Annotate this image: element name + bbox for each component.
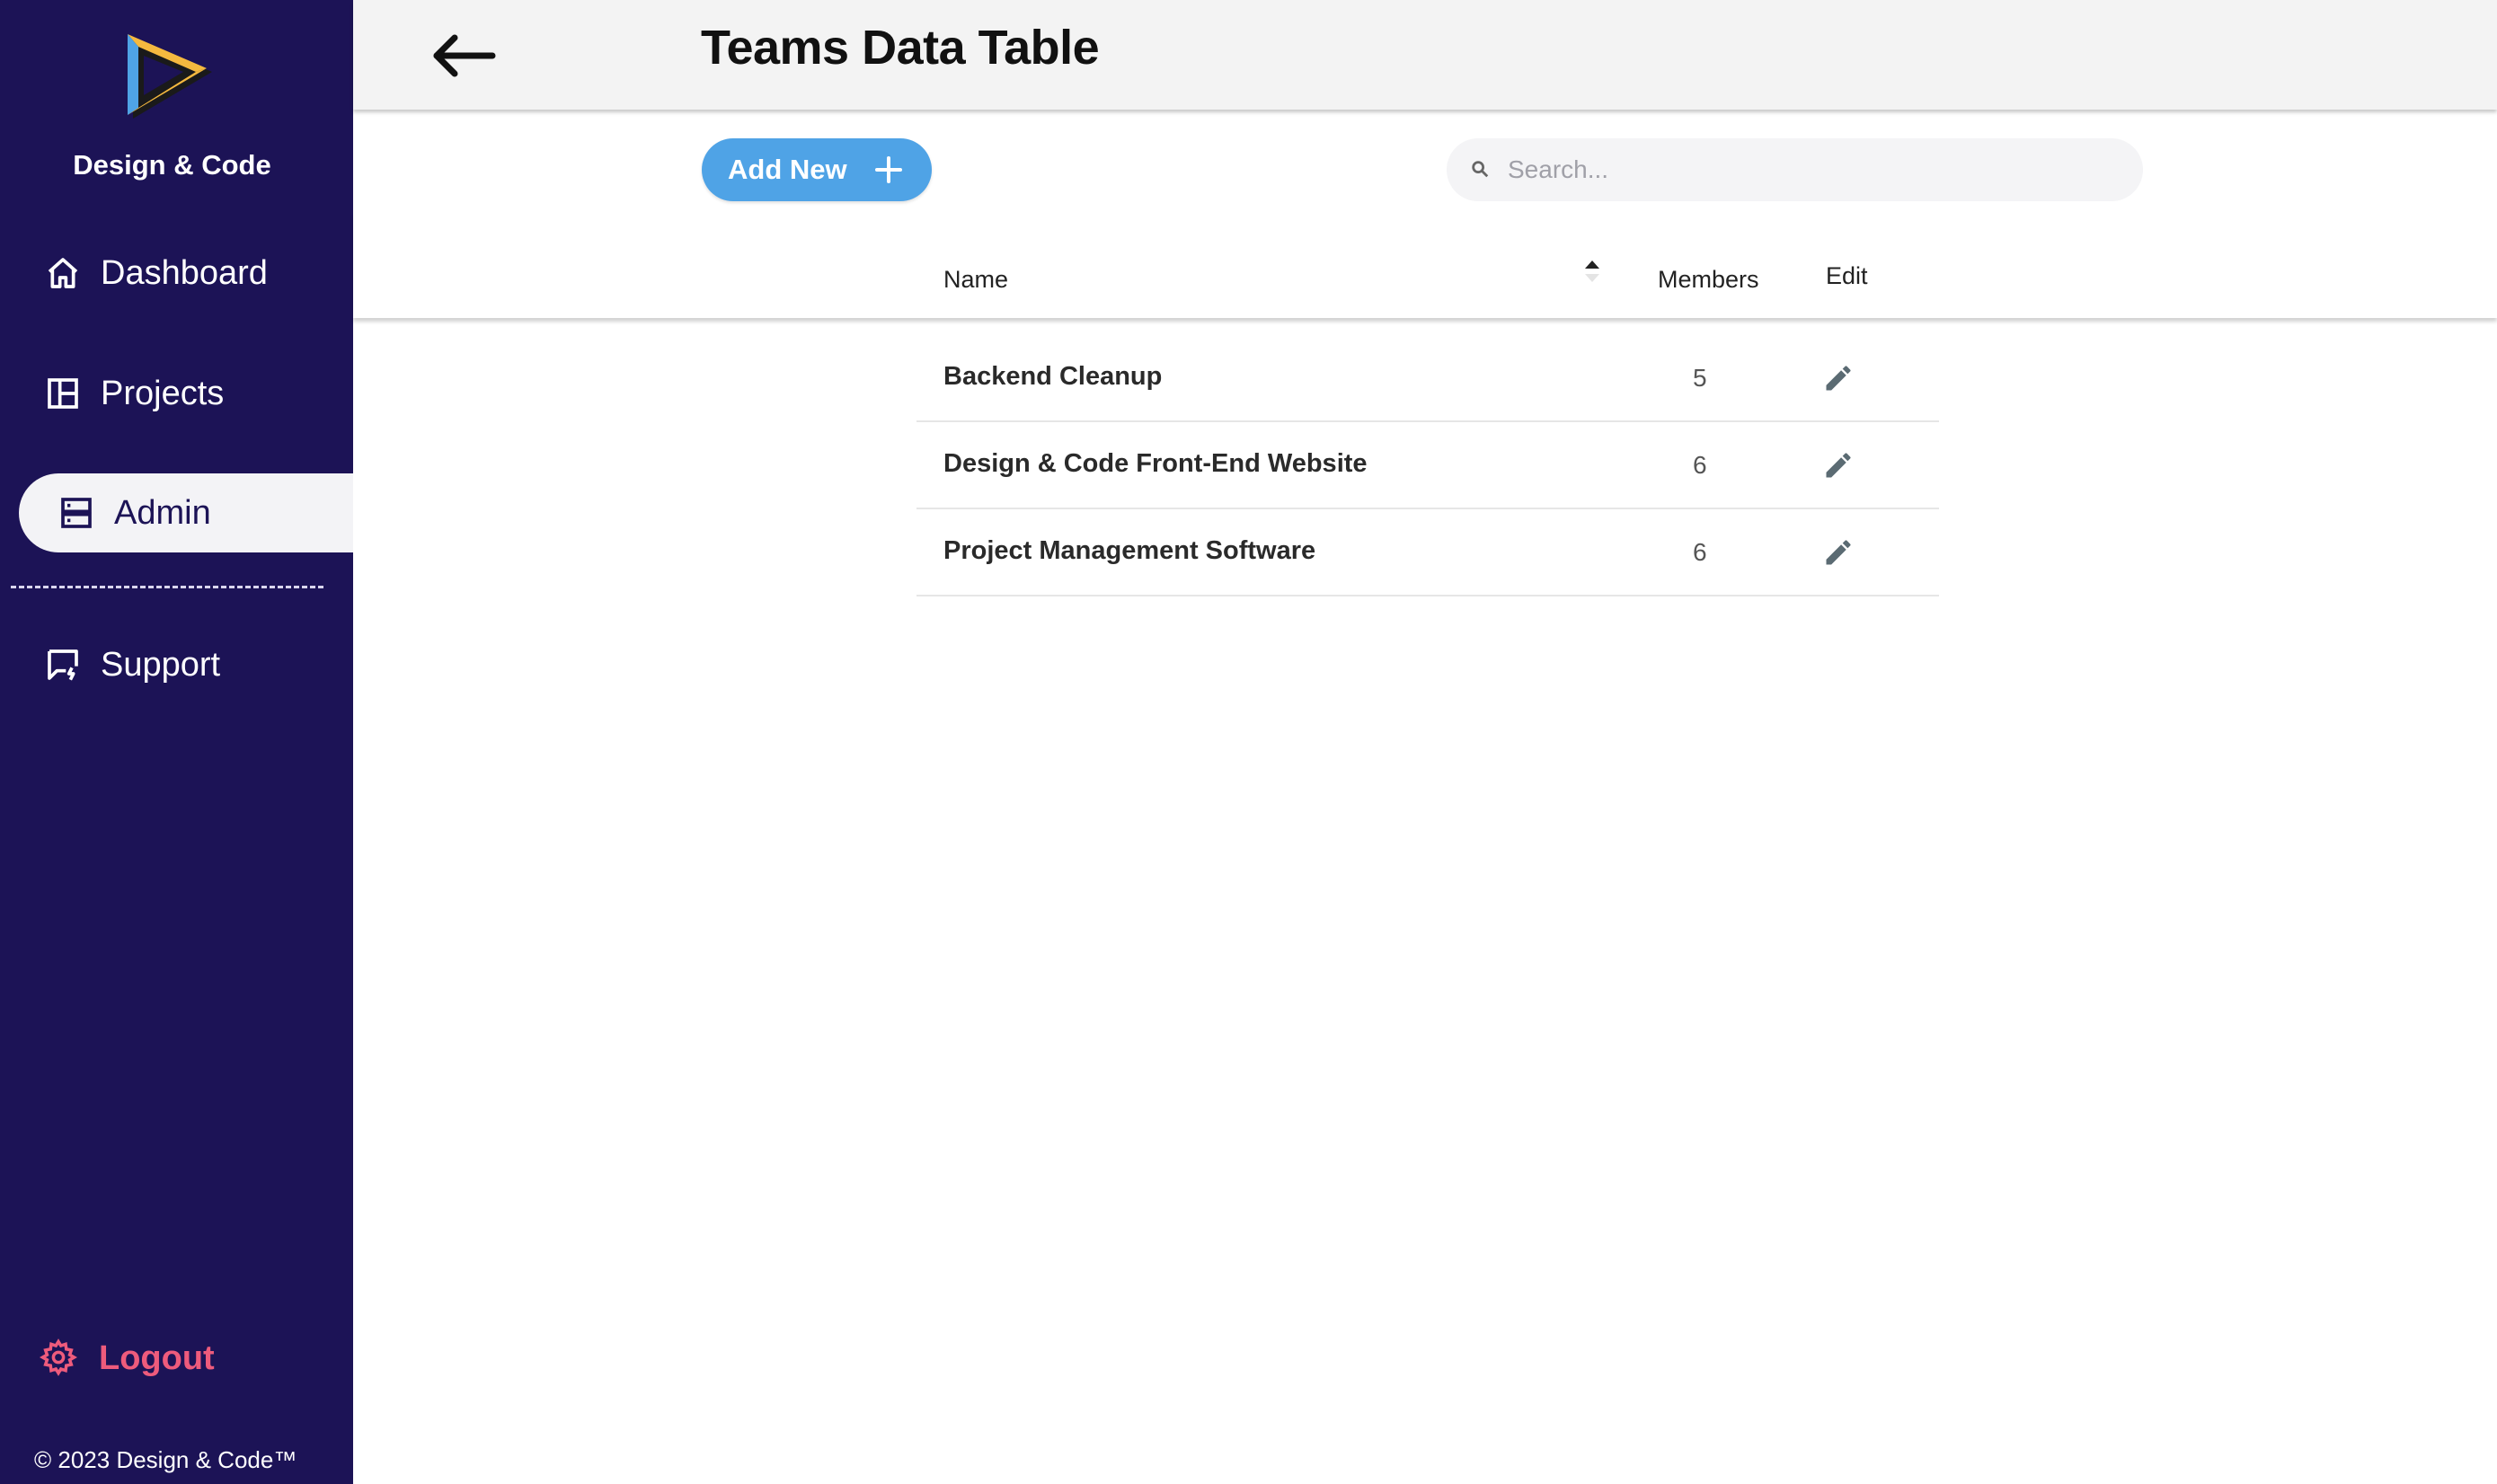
sidebar: Design & Code Dashboard Projects Admin S…	[0, 0, 353, 1484]
column-header-members: Members	[1658, 266, 1759, 293]
support-icon	[43, 645, 83, 685]
table-row: Project Management Software 6	[916, 509, 1939, 596]
sidebar-item-admin[interactable]: Admin	[19, 473, 353, 552]
page-title: Teams Data Table	[701, 21, 1100, 75]
pencil-icon[interactable]	[1822, 362, 1855, 394]
brand-logo-icon	[128, 34, 212, 119]
logout-button[interactable]: Logout	[40, 1338, 215, 1378]
add-new-label: Add New	[728, 154, 847, 185]
member-count: 6	[1693, 538, 1707, 566]
pencil-icon[interactable]	[1822, 449, 1855, 481]
member-count: 5	[1693, 364, 1707, 392]
table-row: Backend Cleanup 5	[916, 335, 1939, 422]
search-icon	[1470, 159, 1492, 181]
gear-icon	[40, 1338, 79, 1378]
sidebar-item-dashboard[interactable]: Dashboard	[43, 234, 268, 313]
pencil-icon[interactable]	[1822, 536, 1855, 569]
logout-label: Logout	[99, 1338, 215, 1377]
admin-icon	[57, 493, 96, 533]
search-box[interactable]	[1447, 138, 2143, 201]
table-header	[353, 214, 2497, 318]
team-name: Design & Code Front-End Website	[943, 449, 1368, 478]
column-header-name[interactable]: Name	[943, 266, 1008, 294]
table-row: Design & Code Front-End Website 6	[916, 422, 1939, 509]
arrow-left-icon	[433, 34, 496, 77]
top-bar	[353, 0, 2497, 110]
sort-ascending-icon[interactable]	[1583, 259, 1601, 287]
home-icon	[43, 253, 83, 293]
search-input[interactable]	[1506, 155, 2117, 185]
sidebar-divider	[11, 586, 323, 588]
team-name: Project Management Software	[943, 536, 1316, 565]
copyright-text: © 2023 Design & Code™	[34, 1446, 297, 1473]
member-count: 6	[1693, 451, 1707, 479]
sidebar-item-label: Admin	[114, 493, 211, 532]
sidebar-item-support[interactable]: Support	[43, 625, 220, 704]
brand-name: Design & Code	[73, 149, 271, 181]
back-button[interactable]	[429, 31, 498, 81]
column-header-edit: Edit	[1826, 262, 1868, 289]
add-new-button[interactable]: Add New	[702, 138, 932, 201]
sidebar-item-label: Projects	[101, 374, 225, 412]
plus-icon	[874, 155, 903, 184]
team-name: Backend Cleanup	[943, 362, 1163, 391]
sidebar-item-projects[interactable]: Projects	[43, 354, 224, 433]
sidebar-item-label: Support	[101, 645, 221, 684]
projects-icon	[43, 374, 83, 413]
sidebar-item-label: Dashboard	[101, 253, 268, 292]
